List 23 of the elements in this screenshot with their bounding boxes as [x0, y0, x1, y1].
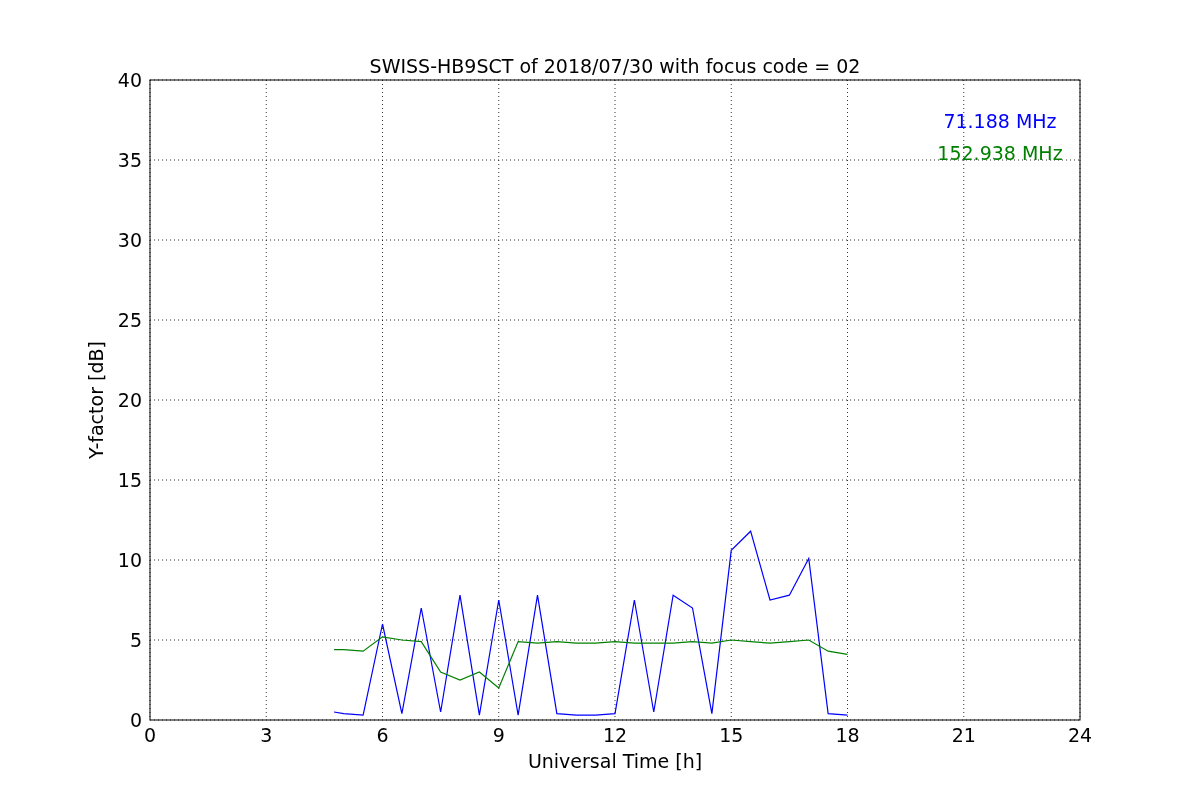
- legend-label: 71.188 MHz: [943, 110, 1057, 132]
- tick-label: 30: [117, 229, 142, 251]
- tick-label: 15: [117, 469, 142, 491]
- tick-label: 6: [376, 724, 389, 746]
- tick-label: 35: [117, 149, 142, 171]
- tick-label: 18: [835, 724, 860, 746]
- tick-label: 0: [129, 709, 142, 731]
- tick-label: 5: [129, 629, 142, 651]
- tick-label: 3: [260, 724, 273, 746]
- legend-label: 152.938 MHz: [937, 142, 1063, 164]
- tick-label: 9: [492, 724, 505, 746]
- tick-label: 40: [117, 69, 142, 91]
- tick-label: 20: [117, 389, 142, 411]
- tick-label: 0: [143, 724, 157, 746]
- chart-title: SWISS-HB9SCT of 2018/07/30 with focus code = 02: [369, 55, 861, 77]
- tick-label: 21: [951, 724, 976, 746]
- tick-label: 12: [602, 724, 628, 746]
- axis-title: Y-factor [dB]: [85, 341, 107, 459]
- tick-label: 24: [1067, 724, 1093, 746]
- tick-label: 10: [117, 549, 142, 571]
- axis-title: Universal Time [h]: [527, 750, 703, 772]
- tick-label: 15: [719, 724, 744, 746]
- tick-label: 25: [117, 309, 142, 331]
